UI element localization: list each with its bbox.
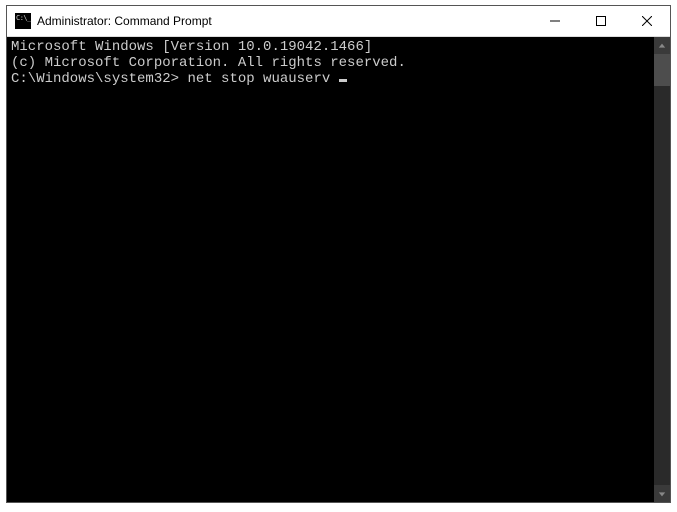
- cmd-icon: [15, 13, 31, 29]
- scroll-up-button[interactable]: [654, 37, 670, 54]
- prompt: C:\Windows\system32>: [11, 71, 179, 87]
- vertical-scrollbar[interactable]: [654, 37, 670, 502]
- cursor: [339, 79, 347, 82]
- terminal-output[interactable]: Microsoft Windows [Version 10.0.19042.14…: [7, 37, 654, 502]
- scroll-down-button[interactable]: [654, 485, 670, 502]
- terminal-prompt-line: C:\Windows\system32> net stop wuauserv: [11, 71, 650, 87]
- minimize-button[interactable]: [532, 6, 578, 36]
- window-title: Administrator: Command Prompt: [37, 14, 532, 28]
- typed-command: net stop wuauserv: [187, 71, 330, 87]
- window: Administrator: Command Prompt Microsoft …: [6, 5, 671, 503]
- scroll-thumb[interactable]: [654, 54, 670, 86]
- maximize-button[interactable]: [578, 6, 624, 36]
- window-controls: [532, 6, 670, 36]
- terminal-line: Microsoft Windows [Version 10.0.19042.14…: [11, 39, 650, 55]
- close-button[interactable]: [624, 6, 670, 36]
- client-area: Microsoft Windows [Version 10.0.19042.14…: [7, 37, 670, 502]
- terminal-line: (c) Microsoft Corporation. All rights re…: [11, 55, 650, 71]
- titlebar[interactable]: Administrator: Command Prompt: [7, 6, 670, 37]
